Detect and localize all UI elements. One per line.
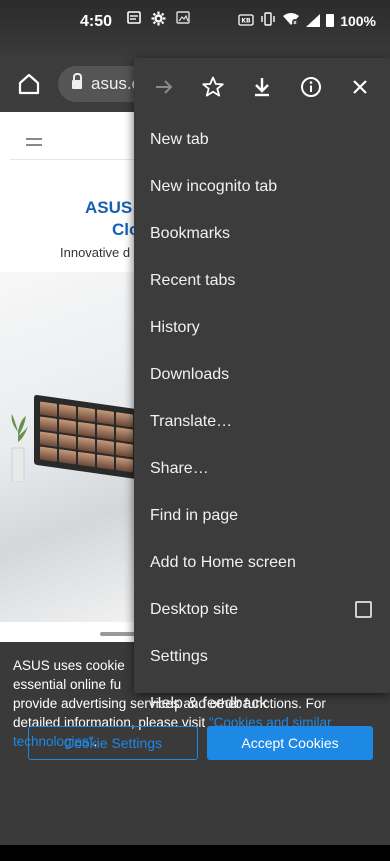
menu-item-label: Recent tabs (150, 272, 236, 289)
image-icon (176, 11, 190, 30)
status-bar: 4:50 KB x 100% (0, 0, 390, 56)
menu-item-label: Bookmarks (150, 225, 231, 242)
menu-item-settings[interactable]: Settings (134, 633, 390, 680)
home-button[interactable] (14, 69, 44, 99)
status-time: 4:50 (80, 13, 113, 30)
vibrate-icon (260, 12, 276, 29)
forward-icon (156, 80, 173, 94)
menu-item-label: Add to Home screen (150, 554, 296, 571)
laptop-image (34, 394, 139, 480)
carousel-indicator[interactable] (100, 632, 136, 636)
menu-item-share[interactable]: Share… (134, 445, 390, 492)
menu-item-history[interactable]: History (134, 304, 390, 351)
accept-cookies-button[interactable]: Accept Cookies (207, 726, 373, 760)
menu-item-label: New tab (150, 131, 209, 148)
page-info-button[interactable] (296, 72, 326, 102)
star-icon (202, 76, 224, 97)
menu-item-label: Find in page (150, 507, 239, 524)
signal-icon (306, 14, 321, 27)
status-left-icons (127, 11, 190, 30)
menu-item-find-in-page[interactable]: Find in page (134, 492, 390, 539)
menu-item-add-to-home-screen[interactable]: Add to Home screen (134, 539, 390, 586)
battery-icon (326, 14, 335, 27)
menu-item-desktop-site[interactable]: Desktop site (134, 586, 390, 633)
overflow-menu: New tab New incognito tab Bookmarks Rece… (134, 58, 390, 712)
cookie-text-line: ASUS uses cookie (13, 658, 125, 673)
menu-item-new-tab[interactable]: New tab (134, 116, 390, 163)
menu-item-label: Desktop site (150, 601, 239, 618)
menu-item-translate[interactable]: Translate… (134, 398, 390, 445)
plant-image (11, 414, 28, 482)
close-icon (352, 80, 367, 94)
cookie-text-line: essential online fu (13, 677, 122, 692)
menu-item-label: Translate… (150, 413, 233, 430)
menu-item-new-incognito-tab[interactable]: New incognito tab (134, 163, 390, 210)
page-tagline: Innovative d (60, 245, 131, 260)
download-icon (254, 78, 269, 97)
desktop-site-checkbox[interactable] (355, 601, 372, 618)
forward-button[interactable] (149, 72, 179, 102)
wifi-icon: x (282, 12, 300, 29)
menu-item-downloads[interactable]: Downloads (134, 351, 390, 398)
lock-icon (72, 73, 82, 89)
status-right-icons: KB x 100% (238, 12, 376, 29)
menu-item-help-feedback[interactable]: Help & feedback (134, 680, 390, 727)
menu-item-label: New incognito tab (150, 178, 278, 195)
info-icon (300, 77, 321, 97)
menu-item-label: Share… (150, 460, 209, 477)
menu-item-label: History (150, 319, 200, 336)
menu-item-bookmarks[interactable]: Bookmarks (134, 210, 390, 257)
bookmark-button[interactable] (198, 72, 228, 102)
url-text: asus.c (91, 74, 141, 93)
settings-icon (151, 11, 166, 30)
home-icon (18, 73, 40, 95)
menu-icon-row (134, 58, 390, 116)
cookie-settings-button[interactable]: Cookie Settings (28, 726, 198, 760)
menu-item-label: Settings (150, 648, 208, 665)
menu-item-recent-tabs[interactable]: Recent tabs (134, 257, 390, 304)
notification-icon (127, 11, 141, 30)
close-button[interactable] (345, 72, 375, 102)
network-speed-icon: KB (238, 13, 254, 29)
menu-item-label: Downloads (150, 366, 230, 383)
menu-item-label: Help & feedback (150, 695, 268, 712)
navigation-bar (0, 845, 390, 861)
page-menu-button[interactable] (26, 134, 42, 150)
battery-percent: 100% (340, 12, 376, 29)
download-button[interactable] (247, 72, 277, 102)
svg-text:KB: KB (242, 17, 252, 24)
